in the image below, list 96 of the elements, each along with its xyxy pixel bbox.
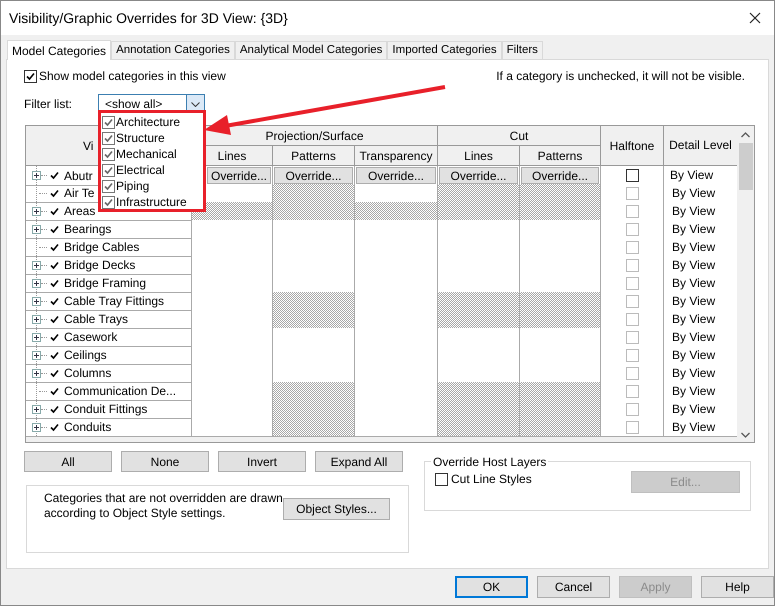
category-name: Cable Tray Fittings [64, 293, 164, 310]
table-action-button[interactable]: Invert [218, 451, 306, 472]
halftone-checkbox[interactable] [626, 222, 638, 236]
table-action-button[interactable]: None [121, 451, 209, 472]
table-action-button[interactable]: All [24, 451, 112, 472]
halftone-checkbox[interactable] [626, 402, 638, 416]
expand-icon[interactable] [32, 206, 41, 216]
override-button[interactable]: Override... [521, 167, 599, 184]
show-categories-checkbox[interactable] [24, 70, 37, 82]
expand-icon[interactable] [32, 422, 41, 432]
filter-option[interactable]: Infrastructure [116, 193, 187, 211]
halftone-checkbox[interactable] [626, 276, 638, 290]
tree-line [41, 210, 47, 212]
category-name: Bearings [64, 221, 112, 238]
halftone-checkbox[interactable] [626, 366, 638, 380]
category-name: Conduit Fittings [64, 401, 148, 418]
filter-option-checkbox[interactable] [102, 180, 115, 192]
category-name: Abutr [64, 168, 93, 184]
tree-line [41, 300, 47, 302]
tree-line [41, 372, 47, 374]
halftone-checkbox[interactable] [626, 384, 638, 398]
scrollbar-thumb[interactable] [738, 143, 752, 190]
expand-icon[interactable] [32, 332, 41, 342]
tab[interactable]: Annotation Categories [111, 41, 235, 59]
close-icon[interactable] [749, 12, 761, 24]
filter-option-checkbox[interactable] [102, 164, 115, 176]
category-name: Casework [64, 329, 118, 346]
note-text: Categories that are not overridden are drawn according to Object Style settings. [44, 491, 284, 521]
expand-icon[interactable] [32, 224, 41, 234]
show-categories-label: Show model categories in this view [39, 68, 226, 85]
category-name: Cable Trays [64, 311, 128, 328]
dialog-button[interactable]: Cancel [537, 576, 610, 598]
filter-option-checkbox[interactable] [102, 196, 115, 208]
tree-line [41, 282, 47, 284]
scroll-down-icon[interactable] [741, 432, 750, 438]
dialog-button[interactable]: Help [701, 576, 774, 598]
halftone-checkbox[interactable] [626, 169, 638, 182]
tree-line [41, 426, 47, 428]
tree-line [41, 228, 47, 230]
override-button[interactable]: Override... [439, 167, 518, 184]
filter-option[interactable]: Mechanical [116, 145, 177, 163]
dialog-button[interactable]: OK [455, 576, 528, 598]
tab[interactable]: Model Categories [7, 40, 112, 60]
halftone-checkbox[interactable] [626, 348, 638, 362]
cut-line-styles-label: Cut Line Styles [451, 471, 532, 488]
filter-label: Filter list: [24, 96, 73, 113]
object-styles-button[interactable]: Object Styles... [283, 498, 390, 520]
halftone-checkbox[interactable] [626, 420, 638, 434]
halftone-checkbox[interactable] [626, 330, 638, 344]
override-button[interactable]: Override... [274, 167, 353, 184]
expand-icon[interactable] [32, 278, 41, 288]
tree-line [41, 318, 47, 320]
category-name: Air Te [64, 185, 94, 202]
tree-line [41, 408, 47, 410]
category-name: Conduits [64, 419, 112, 436]
filter-option-checkbox[interactable] [102, 148, 115, 160]
category-name: Columns [64, 365, 112, 382]
tree-line [41, 175, 47, 176]
halftone-checkbox[interactable] [626, 186, 638, 200]
override-button[interactable]: Override... [356, 167, 436, 184]
tree-line [41, 264, 47, 266]
hint-text: If a category is unchecked, it will not be visible. [496, 68, 745, 85]
filter-option-checkbox[interactable] [102, 132, 115, 144]
filter-option[interactable]: Piping [116, 177, 150, 195]
cut-line-styles-checkbox[interactable] [435, 472, 448, 486]
category-name: Ceilings [64, 347, 107, 364]
column-header: Cut [438, 126, 601, 146]
category-name: Bridge Decks [64, 257, 136, 274]
expand-icon[interactable] [32, 171, 41, 180]
category-name: Bridge Cables [64, 239, 140, 256]
filter-option[interactable]: Structure [116, 129, 165, 147]
halftone-checkbox[interactable] [626, 258, 638, 272]
table-action-button[interactable]: Expand All [315, 451, 403, 472]
expand-icon[interactable] [32, 368, 41, 378]
expand-icon[interactable] [32, 260, 41, 270]
category-name: Areas [64, 203, 96, 220]
tab[interactable]: Analytical Model Categories [234, 41, 388, 59]
tree-line [41, 336, 47, 338]
halftone-checkbox[interactable] [626, 204, 638, 218]
halftone-checkbox[interactable] [626, 312, 638, 326]
category-name: Communication De... [64, 383, 176, 400]
scroll-up-icon[interactable] [741, 132, 750, 138]
tree-line [41, 354, 47, 356]
expand-icon[interactable] [32, 350, 41, 360]
expand-icon[interactable] [32, 404, 41, 414]
halftone-checkbox[interactable] [626, 240, 638, 254]
halftone-checkbox[interactable] [626, 294, 638, 308]
tab[interactable]: Imported Categories [387, 41, 502, 59]
expand-icon[interactable] [32, 296, 41, 306]
override-button[interactable]: Override... [207, 167, 271, 184]
tab[interactable]: Filters [502, 41, 543, 59]
expand-icon[interactable] [32, 314, 41, 324]
chevron-down-icon [191, 102, 200, 106]
window-title: Visibility/Graphic Overrides for 3D View: {3D} [9, 8, 288, 28]
filter-option-checkbox[interactable] [102, 116, 115, 128]
category-name: Bridge Framing [64, 275, 146, 292]
